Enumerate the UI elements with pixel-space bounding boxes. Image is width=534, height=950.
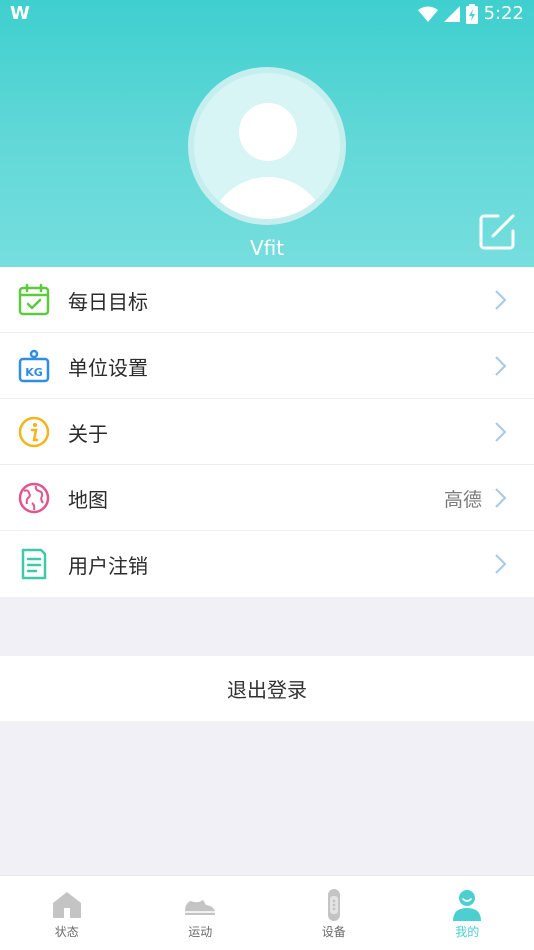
band-icon: [327, 889, 340, 921]
nav-tab-status[interactable]: 状态: [0, 876, 134, 950]
chevron-right-icon: [495, 554, 507, 574]
status-icons: 5:22: [417, 3, 524, 24]
signal-icon: [443, 5, 460, 22]
menu-item-label: 地图: [68, 488, 108, 512]
svg-text:KG: KG: [25, 366, 43, 379]
menu-item-daily-goal[interactable]: 每日目标: [0, 267, 534, 333]
profile-header: W 5:22 Vfit: [0, 0, 534, 267]
nav-label: 我的: [455, 925, 480, 939]
document-icon: [21, 548, 47, 580]
menu-item-map[interactable]: 地图 高德: [0, 465, 534, 531]
avatar-head-shape: [239, 103, 297, 161]
nav-label: 状态: [54, 925, 79, 939]
wifi-icon: [417, 6, 438, 22]
shoe-icon: [185, 900, 216, 915]
menu-item-label: 关于: [68, 422, 108, 446]
map-provider-value: 高德: [443, 489, 482, 511]
home-icon: [52, 892, 81, 918]
chevron-right-icon: [495, 488, 507, 508]
chevron-right-icon: [495, 422, 507, 442]
calendar-check-icon: [18, 283, 50, 316]
status-time: 5:22: [483, 3, 524, 24]
menu-item-about[interactable]: 关于: [0, 399, 534, 465]
avatar-body-shape: [208, 177, 328, 219]
avatar[interactable]: [188, 67, 346, 225]
app-logo: W: [10, 3, 30, 24]
nav-label: 运动: [188, 925, 213, 939]
bottom-nav: 状态 运动 设备 我的: [0, 875, 534, 950]
menu-item-label: 用户注销: [68, 554, 148, 578]
info-icon: [18, 416, 50, 448]
battery-icon: [465, 3, 478, 24]
globe-icon: [18, 482, 50, 514]
nav-tab-device[interactable]: 设备: [267, 876, 401, 950]
menu-item-unit-settings[interactable]: KG 单位设置: [0, 333, 534, 399]
profile-screen: W 5:22 Vfit 每日目标 KG 单位设置 关于 地图 高德 用户注销 退…: [0, 0, 534, 950]
chevron-right-icon: [495, 356, 507, 376]
nav-label: 设备: [321, 925, 346, 939]
nav-tab-sport[interactable]: 运动: [134, 876, 268, 950]
logout-button[interactable]: 退出登录: [0, 656, 534, 721]
status-bar: W 5:22: [0, 0, 534, 28]
menu-item-account-cancel[interactable]: 用户注销: [0, 531, 534, 597]
username: Vfit: [249, 236, 285, 260]
person-icon: [453, 890, 482, 921]
kg-scale-icon: KG: [18, 349, 50, 383]
edit-icon[interactable]: [478, 212, 518, 252]
menu-item-label: 单位设置: [68, 356, 148, 380]
chevron-right-icon: [495, 290, 507, 310]
nav-tab-mine[interactable]: 我的: [401, 876, 534, 950]
settings-menu: 每日目标 KG 单位设置 关于 地图 高德 用户注销: [0, 267, 534, 597]
menu-item-label: 每日目标: [68, 290, 148, 314]
